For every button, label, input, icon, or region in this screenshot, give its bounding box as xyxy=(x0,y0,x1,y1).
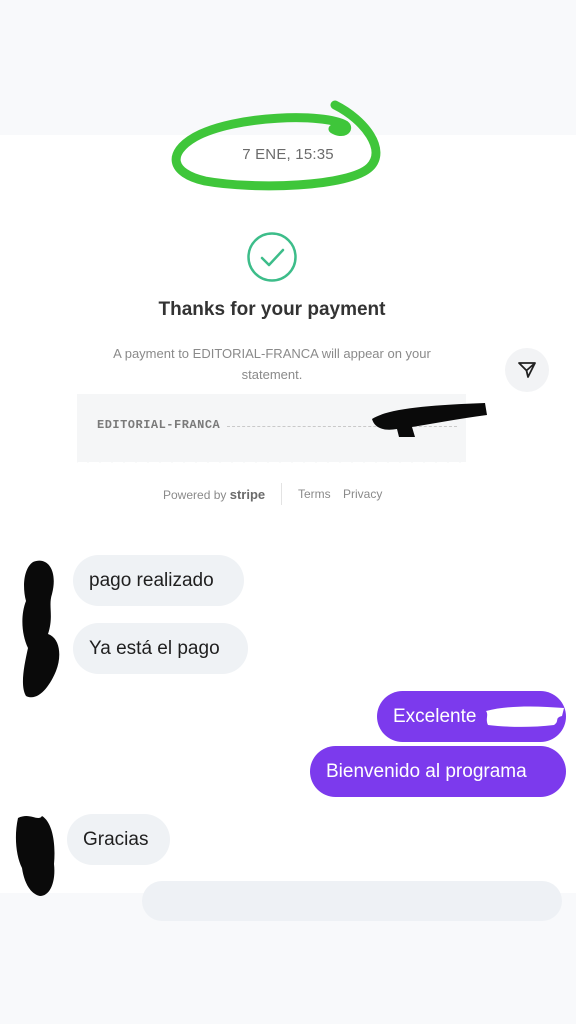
payment-title: Thanks for your payment xyxy=(158,299,386,320)
incoming-message[interactable]: Gracias xyxy=(67,814,170,865)
terms-link[interactable]: Terms xyxy=(298,487,331,501)
incoming-message[interactable]: Ya está el pago xyxy=(73,623,248,674)
payment-description: A payment to EDITORIAL-FRANCA will appea… xyxy=(113,346,431,382)
stripe-logo: stripe xyxy=(229,487,266,502)
share-button[interactable] xyxy=(505,348,549,392)
avatar-redacted xyxy=(22,560,60,698)
powered-by-stripe: Powered by stripe xyxy=(163,487,265,502)
footer-divider xyxy=(281,483,282,505)
partial-message[interactable] xyxy=(142,881,562,921)
check-circle-icon xyxy=(247,232,297,282)
send-icon xyxy=(518,362,536,378)
redaction-mark-name xyxy=(486,706,564,727)
outgoing-message[interactable]: Bienvenido al programa xyxy=(310,746,566,797)
receipt-torn-edge xyxy=(77,454,466,463)
annotation-circle xyxy=(171,100,381,191)
powered-by-label: Powered by xyxy=(163,488,227,502)
privacy-link[interactable]: Privacy xyxy=(343,487,382,501)
incoming-message[interactable]: pago realizado xyxy=(73,555,244,606)
avatar-redacted xyxy=(15,816,55,896)
redaction-mark-amount xyxy=(372,403,487,437)
receipt-merchant-name: EDITORIAL-FRANCA xyxy=(97,418,221,432)
